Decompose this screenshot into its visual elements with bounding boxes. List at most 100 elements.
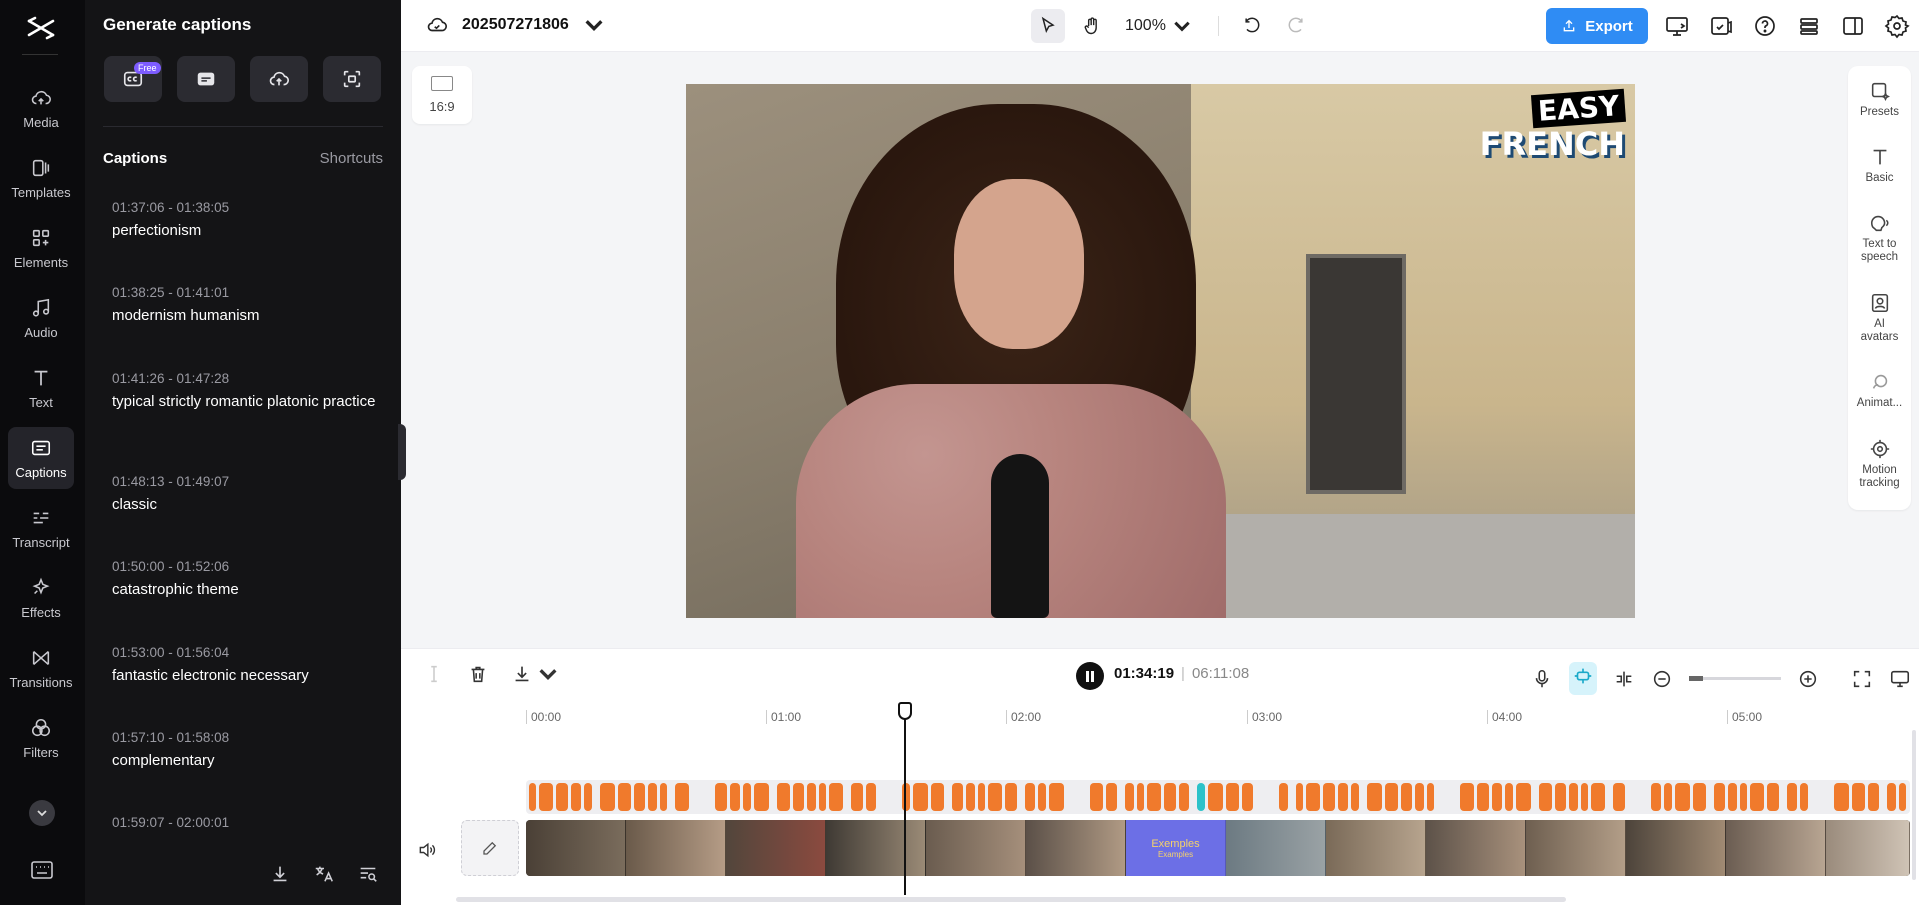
- caption-segment[interactable]: [1106, 783, 1117, 811]
- present-screen-icon[interactable]: [1663, 12, 1691, 40]
- layers-icon[interactable]: [1795, 12, 1823, 40]
- caption-segment[interactable]: [1279, 783, 1288, 811]
- video-preview[interactable]: EASY FRENCH: [686, 84, 1635, 618]
- manual-captions-button[interactable]: [177, 56, 235, 102]
- clip-thumbnail[interactable]: [1426, 820, 1526, 876]
- caption-segment[interactable]: [1505, 783, 1513, 811]
- help-icon[interactable]: [1751, 12, 1779, 40]
- clip-thumbnail[interactable]: [826, 820, 926, 876]
- caption-segment[interactable]: [1591, 783, 1605, 811]
- zoom-in-icon[interactable]: [1797, 668, 1819, 690]
- caption-segment[interactable]: [675, 783, 689, 811]
- caption-segment[interactable]: [1750, 783, 1764, 811]
- caption-segment[interactable]: [1208, 783, 1223, 811]
- caption-segment[interactable]: [571, 783, 581, 811]
- rail-item-audio[interactable]: Audio: [8, 287, 74, 349]
- caption-item[interactable]: 01:59:07 - 02:00:01: [112, 815, 387, 837]
- caption-segment[interactable]: [556, 783, 568, 811]
- caption-segment[interactable]: [807, 783, 816, 811]
- caption-segment[interactable]: [978, 783, 985, 811]
- rail-item-elements[interactable]: Elements: [8, 217, 74, 279]
- caption-segment[interactable]: [1460, 783, 1474, 811]
- rail-item-transitions[interactable]: Transitions: [8, 637, 74, 699]
- caption-segment[interactable]: [1197, 783, 1205, 811]
- caption-segment[interactable]: [1005, 783, 1017, 811]
- delete-icon[interactable]: [467, 663, 489, 685]
- brand-kit-icon[interactable]: [1707, 12, 1735, 40]
- caption-segment[interactable]: [1767, 783, 1779, 811]
- caption-text[interactable]: catastrophic theme: [112, 581, 387, 599]
- rail-item-text[interactable]: Text: [8, 357, 74, 419]
- keyboard-shortcuts-button[interactable]: [30, 860, 54, 880]
- caption-segment[interactable]: [1323, 783, 1335, 811]
- export-button[interactable]: Export: [1546, 8, 1648, 44]
- caption-track[interactable]: [526, 780, 1910, 814]
- caption-segment[interactable]: [1296, 783, 1303, 811]
- caption-segment[interactable]: [1834, 783, 1849, 811]
- rail-item-templates[interactable]: Templates: [8, 147, 74, 209]
- search-list-icon[interactable]: [357, 863, 379, 885]
- split-view-icon[interactable]: [1613, 668, 1635, 690]
- select-tool-button[interactable]: [1031, 9, 1065, 43]
- video-track[interactable]: Exemples Examples: [526, 820, 1910, 876]
- caption-segment[interactable]: [931, 783, 944, 811]
- comment-screen-icon[interactable]: [1889, 668, 1911, 690]
- rail-item-transcript[interactable]: Transcript: [8, 497, 74, 559]
- caption-segment[interactable]: [1137, 783, 1144, 811]
- clip-thumbnail[interactable]: [626, 820, 726, 876]
- caption-segment[interactable]: [600, 783, 615, 811]
- scan-captions-button[interactable]: [323, 56, 381, 102]
- caption-segment[interactable]: [988, 783, 1002, 811]
- hand-tool-button[interactable]: [1075, 9, 1109, 43]
- horizontal-scrollbar[interactable]: [456, 897, 1566, 902]
- caption-segment[interactable]: [1740, 783, 1747, 811]
- more-rail-button[interactable]: [29, 800, 55, 826]
- caption-segment[interactable]: [1852, 783, 1865, 811]
- caption-segment[interactable]: [1179, 783, 1189, 811]
- zoom-dropdown[interactable]: 100%: [1125, 16, 1192, 36]
- caption-segment[interactable]: [1385, 783, 1398, 811]
- caption-segment[interactable]: [1613, 783, 1625, 811]
- caption-segment[interactable]: [1147, 783, 1161, 811]
- capcut-logo-icon[interactable]: [25, 12, 57, 44]
- caption-segment[interactable]: [618, 783, 631, 811]
- clip-thumbnail[interactable]: [1826, 820, 1910, 876]
- caption-segment[interactable]: [1555, 783, 1566, 811]
- caption-segment[interactable]: [1664, 783, 1672, 811]
- caption-segment[interactable]: [1049, 783, 1064, 811]
- basic-tab[interactable]: Basic: [1848, 146, 1911, 185]
- caption-segment[interactable]: [1651, 783, 1661, 811]
- caption-text[interactable]: complementary: [112, 752, 387, 770]
- caption-segment[interactable]: [1868, 783, 1879, 811]
- auto-captions-button[interactable]: Free: [104, 56, 162, 102]
- caption-segment[interactable]: [866, 783, 876, 811]
- caption-segment[interactable]: [1516, 783, 1531, 811]
- caption-segment[interactable]: [1226, 783, 1239, 811]
- animation-tab[interactable]: Animat...: [1848, 371, 1911, 410]
- caption-segment[interactable]: [1693, 783, 1706, 811]
- slider-knob[interactable]: [1689, 676, 1703, 681]
- caption-segment[interactable]: [777, 783, 790, 811]
- caption-segment[interactable]: [966, 783, 975, 811]
- caption-text[interactable]: typical strictly romantic platonic pract…: [112, 393, 387, 411]
- undo-button[interactable]: [1235, 9, 1269, 43]
- caption-segment[interactable]: [851, 783, 863, 811]
- caption-segment[interactable]: [1539, 783, 1552, 811]
- clip-thumbnail[interactable]: [1226, 820, 1326, 876]
- caption-segment[interactable]: [539, 783, 553, 811]
- zoom-out-icon[interactable]: [1651, 668, 1673, 690]
- caption-segment[interactable]: [1090, 783, 1103, 811]
- track-edit-button[interactable]: [461, 820, 519, 876]
- ai-avatars-tab[interactable]: AI avatars: [1848, 292, 1911, 344]
- settings-gear-icon[interactable]: [1883, 12, 1911, 40]
- fullscreen-icon[interactable]: [1851, 668, 1873, 690]
- upload-captions-button[interactable]: [250, 56, 308, 102]
- caption-segment[interactable]: [754, 783, 769, 811]
- caption-item[interactable]: 01:38:25 - 01:41:01 modernism humanism: [112, 285, 387, 325]
- clip-thumbnail[interactable]: [1626, 820, 1726, 876]
- caption-segment[interactable]: [1415, 783, 1424, 811]
- timeline-ruler[interactable]: 00:00 01:00 02:00 03:00 04:00 05:00: [401, 700, 1919, 724]
- microphone-icon[interactable]: [1531, 668, 1553, 690]
- redo-button[interactable]: [1279, 9, 1313, 43]
- clip-thumbnail[interactable]: [1526, 820, 1626, 876]
